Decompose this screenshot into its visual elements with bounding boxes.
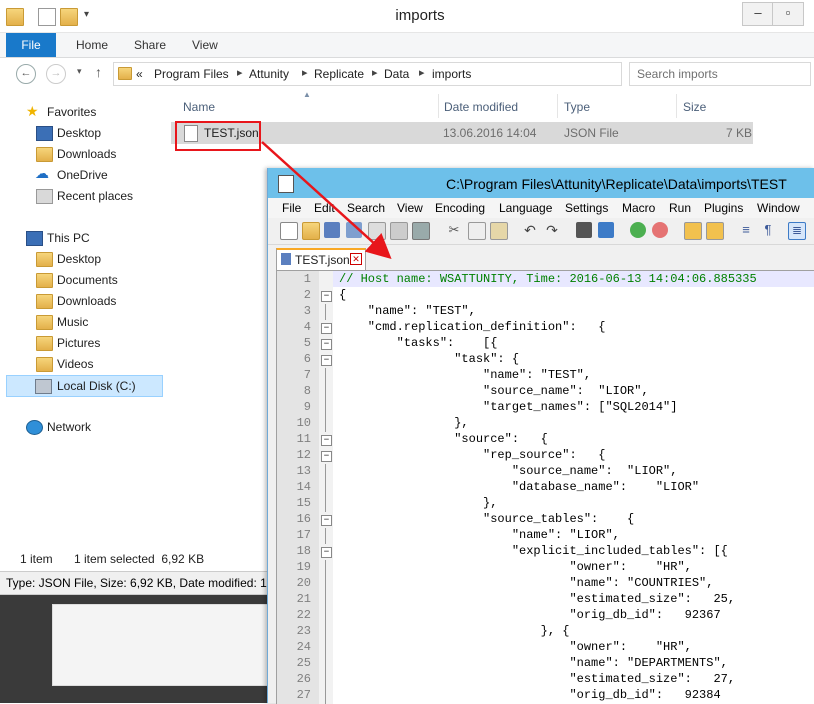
annotation-arrow — [261, 141, 392, 260]
arrow-line — [261, 141, 392, 260]
